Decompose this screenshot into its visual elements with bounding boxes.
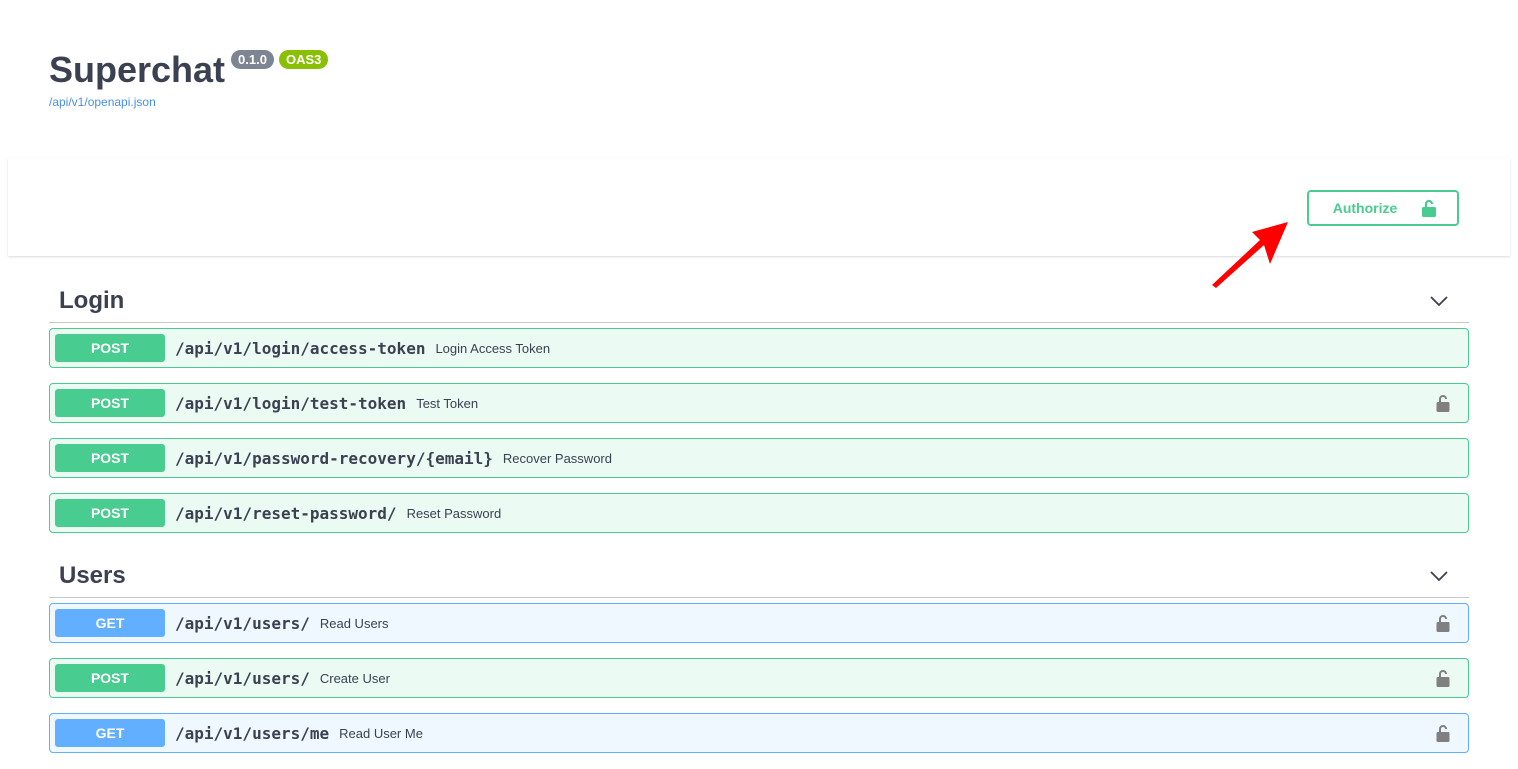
operation-summary: Recover Password (502, 450, 612, 466)
operations-list: GET/api/v1/users/Read Users POST/api/v1/u… (49, 603, 1469, 753)
operation-summary: Reset Password (406, 505, 502, 521)
operation-row[interactable]: POST/api/v1/login/access-token Login Acce… (49, 328, 1469, 368)
operation-row[interactable]: GET/api/v1/users/Read Users (49, 603, 1469, 643)
api-title: Superchat (49, 49, 226, 90)
tag-header-login[interactable]: Login (49, 279, 1469, 323)
method-badge: GET (55, 719, 165, 747)
operation-summary: Read Users (319, 615, 389, 631)
unlocked-icon[interactable] (1436, 723, 1450, 743)
method-badge: POST (55, 499, 165, 527)
operation-path: /api/v1/login/test-token (175, 393, 407, 413)
tag-header-users[interactable]: Users (49, 554, 1469, 598)
operations-list: POST/api/v1/login/access-token Login Acce… (49, 328, 1469, 533)
operation-row[interactable]: POST/api/v1/reset-password/Reset Passwor… (49, 493, 1469, 533)
method-badge: POST (55, 444, 165, 472)
method-badge: GET (55, 609, 165, 637)
oas-badge: OAS3 (278, 50, 329, 69)
unlocked-icon[interactable] (1436, 613, 1450, 633)
operation-path: /api/v1/users/ (175, 613, 310, 633)
operation-summary: Login Access Token (435, 340, 551, 356)
operation-row[interactable]: POST/api/v1/password-recovery/{email} Rec… (49, 438, 1469, 478)
openapi-spec-link[interactable]: /api/v1/openapi.json (49, 95, 328, 109)
title-row: Superchat 0.1.0 OAS3 (49, 46, 329, 94)
method-badge: POST (55, 334, 165, 362)
method-badge: POST (55, 664, 165, 692)
unlocked-icon[interactable] (1436, 393, 1450, 413)
operation-row[interactable]: GET/api/v1/users/me Read User Me (49, 713, 1469, 753)
unlocked-icon (1422, 199, 1437, 217)
chevron-down-icon[interactable] (1429, 291, 1449, 311)
version-badge: 0.1.0 (231, 50, 274, 69)
tag-section-login: Login POST/api/v1/login/access-token Logi… (49, 279, 1469, 533)
tag-name: Users (59, 561, 126, 589)
authorize-label: Authorize (1332, 200, 1398, 216)
method-badge: POST (55, 389, 165, 417)
tag-section-users: Users GET/api/v1/users/Read Users POST/ap… (49, 554, 1469, 753)
operation-summary: Create User (319, 670, 390, 686)
operation-path: /api/v1/users/me (175, 723, 330, 743)
operation-row[interactable]: POST/api/v1/login/test-token Test Token (49, 383, 1469, 423)
operation-path: /api/v1/users/ (175, 668, 310, 688)
chevron-down-icon[interactable] (1429, 566, 1449, 586)
authorize-button[interactable]: Authorize (1307, 190, 1459, 226)
operation-path: /api/v1/password-recovery/{email} (175, 448, 493, 468)
operation-summary: Test Token (416, 395, 479, 411)
operation-path: /api/v1/login/access-token (175, 338, 426, 358)
api-info: Superchat 0.1.0 OAS3 /api/v1/openapi.jso… (49, 46, 329, 109)
tag-name: Login (59, 286, 125, 314)
operation-row[interactable]: POST/api/v1/users/Create User (49, 658, 1469, 698)
operation-path: /api/v1/reset-password/ (175, 503, 397, 523)
unlocked-icon[interactable] (1436, 668, 1450, 688)
operation-summary: Read User Me (339, 725, 423, 741)
